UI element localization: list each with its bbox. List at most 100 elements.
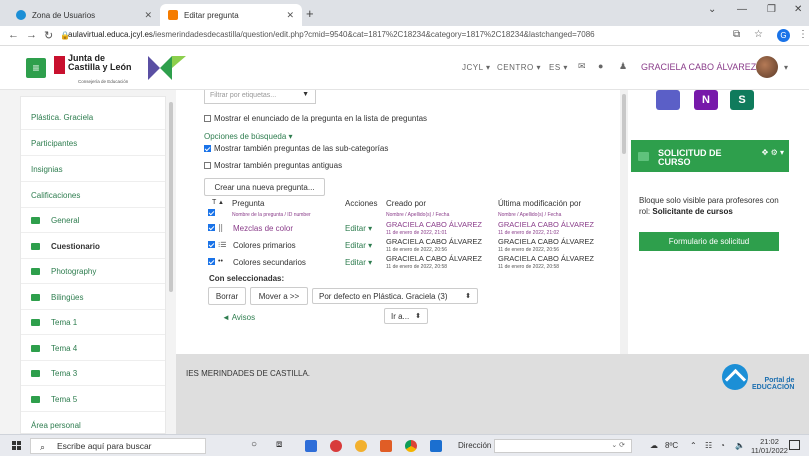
taskbar-clock[interactable]: 21:02 11/01/2022 (751, 437, 788, 455)
category-select[interactable]: Por defecto en Plástica. Graciela (3) ⬍ (312, 288, 478, 304)
tray-expand-icon[interactable]: ⌃ (690, 441, 697, 450)
new-tab-button[interactable]: + (306, 6, 314, 21)
tab-close-icon[interactable]: ✕ (144, 10, 152, 21)
onenote-icon[interactable]: N (694, 90, 718, 110)
cortana-icon[interactable]: ○ (251, 439, 257, 450)
address-toolbar-input[interactable]: ⌄ ⟳ (494, 439, 632, 453)
show-text-checkbox[interactable] (204, 115, 211, 122)
profile-avatar[interactable]: G (777, 29, 790, 42)
nav-jcyl[interactable]: JCYL ▾ (462, 63, 491, 72)
share-icon[interactable]: ⧉ (733, 29, 740, 40)
volume-icon[interactable]: 🔈 (735, 441, 745, 450)
weather-icon[interactable]: ☁ (650, 441, 658, 450)
portal-educacion-text[interactable]: Portal de EDUCACIÓN (752, 377, 794, 391)
select-all-checkbox[interactable] (208, 209, 215, 216)
row-checkbox[interactable] (208, 241, 215, 248)
forward-button[interactable]: → (26, 29, 37, 41)
sidebar-item-grades[interactable]: Calificaciones (21, 183, 165, 208)
nav-centro[interactable]: CENTRO ▾ (497, 63, 541, 72)
sort-created-header[interactable]: Creado por (386, 199, 426, 208)
sidebar-item-badges[interactable]: Insignias (21, 157, 165, 182)
close-window-button[interactable]: ✕ (794, 4, 802, 15)
task-view-icon[interactable]: ⧈ (276, 439, 282, 450)
weather-temp[interactable]: 8ºC (665, 441, 678, 450)
edit-menu[interactable]: Editar ▾ (345, 224, 372, 233)
sidebar-item-cuestionario[interactable]: Cuestionario (21, 234, 165, 259)
chrome-app-icon[interactable] (405, 440, 417, 452)
paint-app-icon[interactable] (355, 440, 367, 452)
question-sub-header[interactable]: Nombre de la pregunta / ID number (232, 212, 311, 218)
search-options-toggle[interactable]: Opciones de búsqueda ▾ (204, 132, 293, 141)
sidebar-scrollbar[interactable] (168, 96, 174, 434)
row-checkbox[interactable] (208, 224, 215, 231)
modified-sub-header[interactable]: Nombre / Apellido(s) / Fecha (498, 212, 561, 218)
sidebar-item-general[interactable]: General (21, 208, 165, 233)
tab-zona-usuarios[interactable]: Zona de Usuarios ✕ (8, 4, 160, 26)
old-questions-checkbox[interactable] (204, 162, 211, 169)
user-menu-caret-icon[interactable]: ▾ (784, 63, 789, 72)
wifi-icon[interactable]: ◔ (720, 441, 725, 450)
windows-start-icon[interactable] (12, 441, 22, 451)
main-scroll-thumb[interactable] (622, 94, 626, 154)
tab-editar-pregunta[interactable]: Editar pregunta ✕ (160, 4, 302, 26)
tab-search-icon[interactable]: ⌄ (708, 4, 716, 15)
hamburger-menu-button[interactable]: ≡ (26, 58, 46, 78)
sidebar-item-tema-5[interactable]: Tema 5 (21, 387, 165, 412)
question-name[interactable]: Colores primarios (233, 241, 296, 250)
old-questions-option[interactable]: Mostrar también preguntas antiguas (204, 161, 342, 170)
main-scrollbar[interactable] (620, 90, 628, 354)
store-app-icon[interactable] (305, 440, 317, 452)
url-field[interactable]: aulavirtual.educa.jcyl.es/iesmerindadesd… (68, 30, 595, 39)
reload-button[interactable]: ↻ (44, 29, 53, 42)
files-app-icon[interactable] (380, 440, 392, 452)
question-name[interactable]: Mezclas de color (233, 224, 293, 233)
minimize-button[interactable]: — (737, 4, 747, 15)
tag-filter-input[interactable]: Filtrar por etiquetas... ▼ (204, 90, 316, 104)
nav-language[interactable]: ES ▾ (549, 63, 568, 72)
created-sub-header[interactable]: Nombre / Apellido(s) / Fecha (386, 212, 449, 218)
sway-icon[interactable]: S (730, 90, 754, 110)
messages-icon[interactable]: ● (598, 61, 604, 71)
taskbar-search-input[interactable]: ⌕ Escribe aquí para buscar (30, 438, 206, 454)
subcategories-option[interactable]: Mostrar también preguntas de las sub-cat… (204, 144, 388, 153)
user-name[interactable]: GRACIELA CABO ÁLVAREZ (641, 62, 756, 72)
notifications-icon[interactable] (789, 440, 800, 450)
sidebar-item-participants[interactable]: Participantes (21, 131, 165, 156)
tab-close-icon[interactable]: ✕ (286, 10, 294, 21)
back-button[interactable]: ← (8, 29, 19, 41)
sidebar-item-tema-4[interactable]: Tema 4 (21, 336, 165, 361)
block-controls-icon[interactable]: ✥ ⚙ ▾ (762, 148, 784, 157)
user-avatar[interactable] (756, 56, 778, 78)
edit-menu[interactable]: Editar ▾ (345, 258, 372, 267)
edit-menu[interactable]: Editar ▾ (345, 241, 372, 250)
request-form-button[interactable]: Formulario de solicitud (639, 232, 779, 251)
sort-modified-header[interactable]: Última modificación por (498, 199, 581, 208)
jump-to-select[interactable]: Ir a... ⬍ (384, 308, 428, 324)
sidebar-item-photography[interactable]: Photography (21, 259, 165, 284)
more-menu-icon[interactable]: ⋮ (798, 29, 808, 40)
portal-educacion-logo[interactable] (722, 364, 748, 390)
notifications-bell-icon[interactable]: ♟ (619, 61, 628, 72)
sort-type-header[interactable]: T (212, 199, 216, 206)
outlook-app-icon[interactable] (430, 440, 442, 452)
row-checkbox[interactable] (208, 258, 215, 265)
bookmark-star-icon[interactable]: ☆ (754, 29, 763, 40)
mail-icon[interactable]: ✉ (578, 61, 586, 72)
restore-button[interactable]: ❐ (767, 4, 776, 15)
network-icon[interactable]: ☷ (705, 441, 712, 450)
delete-button[interactable]: Borrar (208, 287, 246, 305)
question-name[interactable]: Colores secundarios (233, 258, 306, 267)
show-text-option[interactable]: Mostrar el enunciado de la pregunta en l… (204, 114, 427, 123)
sidebar-scroll-thumb[interactable] (169, 102, 173, 292)
avisos-link[interactable]: ◄ Avisos (222, 313, 255, 322)
teams-icon[interactable] (656, 90, 680, 110)
sidebar-item-course[interactable]: Plástica. Graciela (21, 105, 165, 130)
office-app-icon[interactable] (330, 440, 342, 452)
subcategories-checkbox[interactable] (204, 145, 211, 152)
sidebar-item-bilingues[interactable]: Bilingües (21, 285, 165, 310)
create-question-button[interactable]: Crear una nueva pregunta... (204, 178, 325, 196)
sidebar-item-tema-3[interactable]: Tema 3 (21, 361, 165, 386)
move-to-button[interactable]: Mover a >> (250, 287, 308, 305)
sidebar-item-tema-1[interactable]: Tema 1 (21, 310, 165, 335)
sidebar-item-area-personal[interactable]: Área personal (31, 421, 81, 430)
